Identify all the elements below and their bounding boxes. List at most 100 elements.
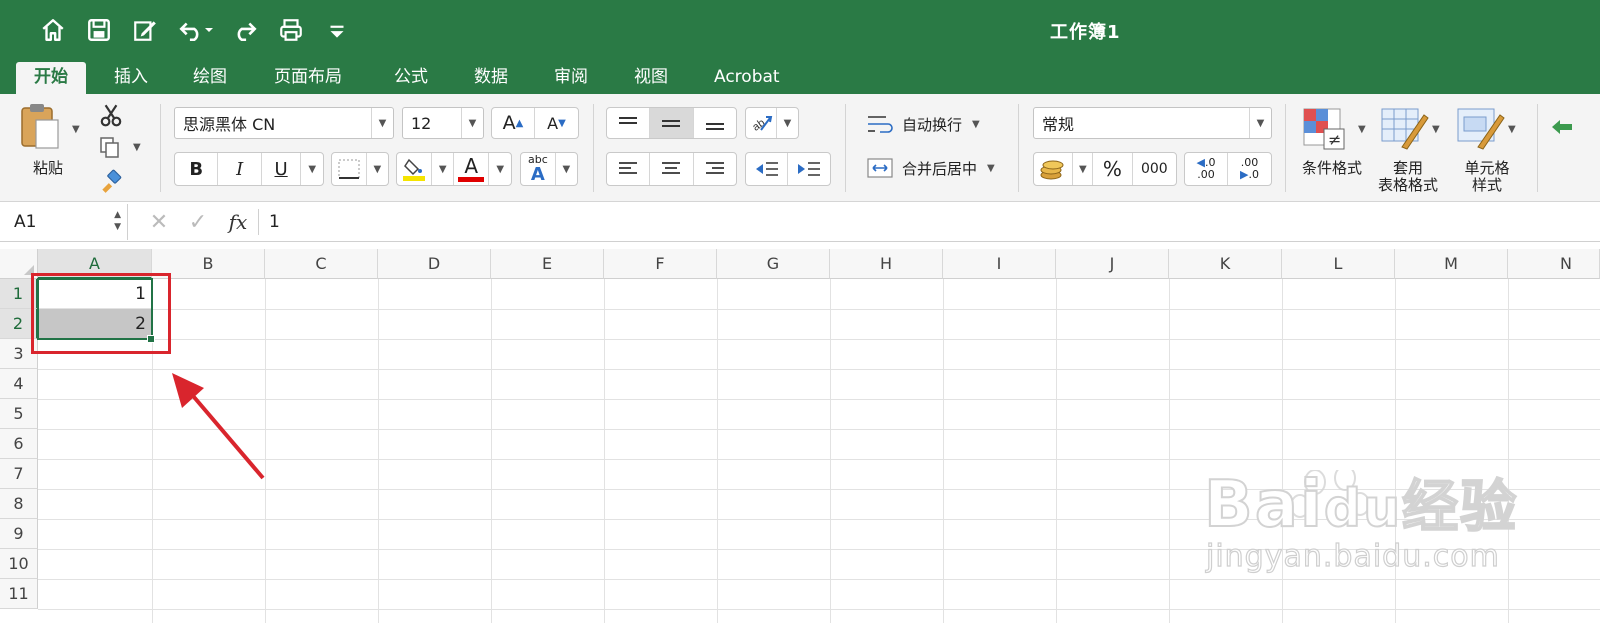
shrink-font-letter: A xyxy=(547,113,559,133)
fill-color-button[interactable] xyxy=(397,153,433,185)
ribbon-separator xyxy=(160,104,161,192)
font-size-combo[interactable]: 12 ▼ xyxy=(402,107,484,139)
italic-button[interactable]: I xyxy=(218,153,262,185)
underline-dropdown-icon[interactable]: ▼ xyxy=(301,153,323,185)
number-format-combo[interactable]: 常规 ▼ xyxy=(1033,107,1272,139)
merge-center-button[interactable]: 合并后居中 ▼ xyxy=(866,154,995,182)
wrap-text-button[interactable]: 自动换行 ▼ xyxy=(866,110,980,138)
quick-access-toolbar xyxy=(36,14,366,46)
increase-indent-icon xyxy=(798,162,820,176)
phonetic-dropdown-icon[interactable]: ▼ xyxy=(556,153,577,185)
decrease-decimal-button[interactable]: .00 ▶.0 xyxy=(1228,153,1271,185)
save-icon[interactable] xyxy=(82,14,116,46)
cell-styles-dropdown-icon[interactable]: ▼ xyxy=(1508,124,1516,135)
increase-decimal-button[interactable]: ◀.0 .00 xyxy=(1185,153,1229,185)
font-name-combo[interactable]: 思源黑体 CN ▼ xyxy=(174,107,394,139)
accounting-format-button[interactable] xyxy=(1034,153,1074,185)
name-box[interactable]: A1 ▲ ▼ xyxy=(0,204,128,240)
customize-toolbar-icon[interactable] xyxy=(320,14,354,46)
cut-icon[interactable] xyxy=(98,102,126,128)
align-left-icon xyxy=(619,162,638,174)
redo-icon[interactable] xyxy=(228,14,262,46)
edit-icon[interactable] xyxy=(128,14,162,46)
cell-styles-button[interactable] xyxy=(1456,106,1506,152)
align-right-icon xyxy=(705,162,724,174)
align-right-button[interactable] xyxy=(694,153,736,185)
copy-dropdown-icon[interactable]: ▼ xyxy=(133,142,141,153)
print-icon[interactable] xyxy=(274,14,308,46)
align-center-icon xyxy=(662,162,681,174)
font-color-dropdown-icon[interactable]: ▼ xyxy=(489,153,511,185)
conditional-format-dropdown-icon[interactable]: ▼ xyxy=(1358,124,1366,135)
merge-center-label: 合并后居中 xyxy=(902,159,978,178)
borders-icon xyxy=(338,159,360,179)
paste-icon xyxy=(21,104,59,149)
align-top-icon xyxy=(619,117,638,124)
paste-dropdown-icon[interactable]: ▼ xyxy=(72,124,80,135)
decrease-indent-button[interactable] xyxy=(746,153,789,185)
cancel-formula-button[interactable]: ✕ xyxy=(140,210,178,235)
shrink-font-button[interactable]: A ▼ xyxy=(535,108,578,138)
arrow-annotation-icon xyxy=(172,373,265,480)
tab-view[interactable]: 视图 xyxy=(616,62,686,94)
tab-review[interactable]: 审阅 xyxy=(536,62,606,94)
tab-page-layout[interactable]: 页面布局 xyxy=(256,62,360,94)
align-center-button[interactable] xyxy=(650,153,694,185)
home-icon[interactable] xyxy=(36,14,70,46)
font-name-dropdown-icon[interactable]: ▼ xyxy=(371,108,393,138)
format-as-table-button[interactable] xyxy=(1380,106,1430,152)
accounting-dropdown-icon[interactable]: ▼ xyxy=(1073,153,1094,185)
tab-data[interactable]: 数据 xyxy=(456,62,526,94)
undo-icon[interactable] xyxy=(174,14,208,46)
grow-font-arrow-icon: ▲ xyxy=(515,117,524,129)
font-color-button[interactable]: A xyxy=(454,153,490,185)
format-painter-icon[interactable] xyxy=(98,168,126,194)
phonetic-button[interactable]: abc A xyxy=(521,153,556,185)
orientation-dropdown-icon[interactable]: ▼ xyxy=(777,108,798,138)
watermark-url: jingyan.baidu.com xyxy=(1205,538,1500,574)
number-format-dropdown-icon[interactable]: ▼ xyxy=(1249,108,1271,138)
ribbon-separator xyxy=(1285,104,1286,192)
borders-dropdown-icon[interactable]: ▼ xyxy=(367,153,388,185)
tab-acrobat[interactable]: Acrobat xyxy=(696,62,798,94)
cell-styles-label: 单元格 样式 xyxy=(1464,159,1510,194)
formula-input[interactable]: 1 xyxy=(269,212,280,232)
borders-button[interactable] xyxy=(332,153,367,185)
undo-dropdown-icon[interactable] xyxy=(204,14,214,46)
tab-formulas[interactable]: 公式 xyxy=(376,62,446,94)
insert-cells-icon[interactable] xyxy=(1550,114,1580,140)
grow-font-button[interactable]: A ▲ xyxy=(492,108,536,138)
wrap-text-dropdown-icon[interactable]: ▼ xyxy=(972,119,980,130)
comma-style-button[interactable]: 000 xyxy=(1133,153,1176,185)
window-title: 工作簿1 xyxy=(1050,22,1121,43)
name-box-spinner-icon[interactable]: ▲ ▼ xyxy=(114,209,121,233)
paste-button[interactable] xyxy=(18,102,78,152)
formula-bar: A1 ▲ ▼ ✕ ✓ fx 1 xyxy=(0,202,1600,242)
format-as-table-icon xyxy=(1381,108,1429,150)
font-size-dropdown-icon[interactable]: ▼ xyxy=(461,108,483,138)
percent-button[interactable]: % xyxy=(1093,153,1133,185)
merge-center-dropdown-icon[interactable]: ▼ xyxy=(987,163,995,174)
ribbon: ▼ 粘贴 ▼ 思源黑体 CN ▼ 12 ▼ A▲ A▼ B I U ▼ ▼ xyxy=(0,94,1600,202)
worksheet: A B C D E F G H I J K L M N 1 2 3 4 5 6 … xyxy=(0,243,1600,623)
orientation-button[interactable]: ab xyxy=(746,108,777,138)
align-middle-button[interactable] xyxy=(650,108,694,138)
highlight-box xyxy=(31,273,171,354)
enter-formula-button[interactable]: ✓ xyxy=(178,210,218,235)
align-top-button[interactable] xyxy=(607,108,651,138)
copy-icon[interactable] xyxy=(98,134,126,160)
increase-decimal-bottom: .00 xyxy=(1197,168,1215,181)
align-left-button[interactable] xyxy=(607,153,651,185)
conditional-format-button[interactable]: ≠ xyxy=(1302,106,1346,152)
tab-draw[interactable]: 绘图 xyxy=(175,62,245,94)
align-bottom-button[interactable] xyxy=(694,108,736,138)
tab-home[interactable]: 开始 xyxy=(16,62,86,94)
format-as-table-dropdown-icon[interactable]: ▼ xyxy=(1432,124,1440,135)
bold-button[interactable]: B xyxy=(175,153,219,185)
underline-button[interactable]: U xyxy=(262,153,302,185)
insert-function-button[interactable]: fx xyxy=(218,210,258,234)
tab-insert[interactable]: 插入 xyxy=(96,62,166,94)
increase-indent-button[interactable] xyxy=(788,153,830,185)
fill-color-dropdown-icon[interactable]: ▼ xyxy=(432,153,454,185)
decimal-group: ◀.0 .00 .00 ▶.0 xyxy=(1184,152,1272,186)
